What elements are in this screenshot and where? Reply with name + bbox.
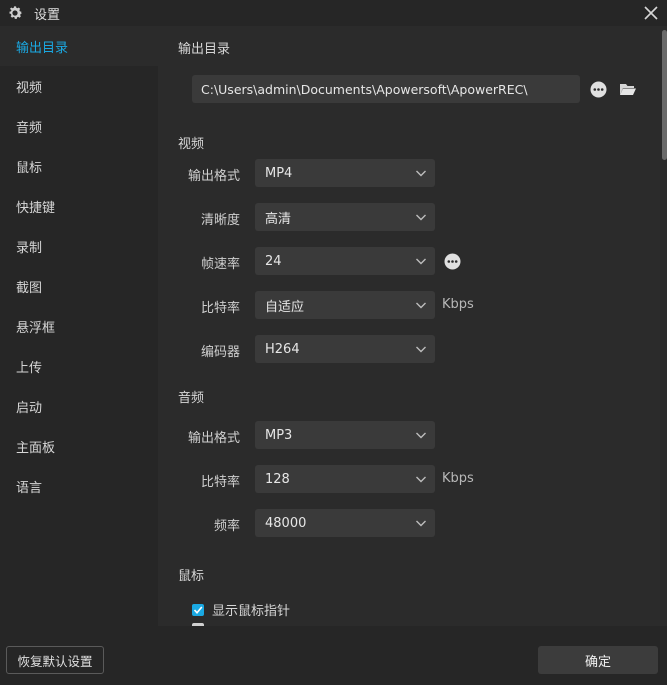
video-bitrate-label: 比特率: [200, 301, 240, 316]
audio-bitrate-value: 128: [265, 471, 290, 487]
chevron-down-icon: [415, 168, 427, 178]
more-icon[interactable]: [588, 79, 608, 99]
audio-bitrate-unit: Kbps: [442, 471, 474, 486]
output-dir-section-title: 输出目录: [178, 42, 231, 57]
sidebar-item-upload[interactable]: 上传: [0, 346, 158, 386]
sidebar-item-floating-box[interactable]: 悬浮框: [0, 306, 158, 346]
audio-bitrate-select[interactable]: 128: [255, 465, 435, 493]
sidebar-item-output-dir[interactable]: 输出目录: [0, 26, 158, 66]
sidebar-item-main-panel[interactable]: 主面板: [0, 426, 158, 466]
output-path-field[interactable]: C:\Users\admin\Documents\Apowersoft\Apow…: [192, 75, 580, 103]
audio-format-label: 输出格式: [187, 431, 240, 446]
gear-icon: [6, 4, 24, 22]
scrollbar-thumb[interactable]: [662, 30, 667, 160]
chevron-down-icon: [415, 256, 427, 266]
sidebar: 输出目录 视频 音频 鼠标 快捷键 录制 截图 悬浮框 上传 启动 主面板 语言: [0, 26, 158, 626]
chevron-down-icon: [415, 344, 427, 354]
sidebar-item-language[interactable]: 语言: [0, 466, 158, 506]
folder-open-icon[interactable]: [618, 79, 638, 99]
mouse-section-title: 鼠标: [178, 569, 205, 584]
audio-frequency-value: 48000: [265, 515, 307, 531]
ok-button[interactable]: 确定: [538, 646, 658, 674]
video-quality-select[interactable]: 高清: [255, 203, 435, 231]
title-bar: 设置: [0, 0, 667, 26]
sidebar-item-mouse[interactable]: 鼠标: [0, 146, 158, 186]
video-quality-label: 清晰度: [200, 213, 240, 228]
video-section-title: 视频: [178, 137, 205, 152]
sidebar-item-screenshot[interactable]: 截图: [0, 266, 158, 306]
show-pointer-checkbox[interactable]: [192, 603, 204, 616]
sidebar-item-record[interactable]: 录制: [0, 226, 158, 266]
reset-defaults-button[interactable]: 恢复默认设置: [6, 646, 104, 674]
sidebar-item-audio[interactable]: 音频: [0, 106, 158, 146]
video-quality-value: 高清: [265, 211, 292, 227]
show-pointer-label: 显示鼠标指针: [212, 604, 291, 619]
scrollbar[interactable]: [662, 26, 667, 626]
audio-frequency-label: 频率: [213, 519, 240, 534]
show-pointer-checkbox-row[interactable]: 显示鼠标指针: [192, 600, 290, 619]
video-codec-label: 编码器: [200, 345, 240, 360]
video-codec-value: H264: [265, 341, 300, 357]
window-title: 设置: [34, 7, 61, 23]
output-path-text: C:\Users\admin\Documents\Apowersoft\Apow…: [201, 81, 528, 97]
video-bitrate-unit: Kbps: [442, 297, 474, 312]
video-format-select[interactable]: MP4: [255, 159, 435, 187]
audio-frequency-select[interactable]: 48000: [255, 509, 435, 537]
close-icon[interactable]: [641, 3, 661, 23]
framerate-more-icon[interactable]: [442, 251, 462, 271]
audio-section-title: 音频: [178, 391, 205, 406]
chevron-down-icon: [415, 430, 427, 440]
chevron-down-icon: [415, 518, 427, 528]
chevron-down-icon: [415, 212, 427, 222]
audio-format-value: MP3: [265, 427, 293, 443]
video-codec-select[interactable]: H264: [255, 335, 435, 363]
video-framerate-label: 帧速率: [200, 257, 240, 272]
video-framerate-select[interactable]: 24: [255, 247, 435, 275]
audio-format-select[interactable]: MP3: [255, 421, 435, 449]
video-framerate-value: 24: [265, 253, 282, 269]
sidebar-item-hotkeys[interactable]: 快捷键: [0, 186, 158, 226]
video-format-label: 输出格式: [187, 169, 240, 184]
video-format-value: MP4: [265, 165, 293, 181]
chevron-down-icon: [415, 474, 427, 484]
video-bitrate-value: 自适应: [265, 299, 305, 315]
footer: 恢复默认设置 确定: [0, 626, 667, 685]
audio-bitrate-label: 比特率: [200, 475, 240, 490]
chevron-down-icon: [415, 300, 427, 310]
sidebar-item-video[interactable]: 视频: [0, 66, 158, 106]
video-bitrate-select[interactable]: 自适应: [255, 291, 435, 319]
settings-content: 输出目录 C:\Users\admin\Documents\Apowersoft…: [158, 26, 662, 626]
sidebar-item-startup[interactable]: 启动: [0, 386, 158, 426]
